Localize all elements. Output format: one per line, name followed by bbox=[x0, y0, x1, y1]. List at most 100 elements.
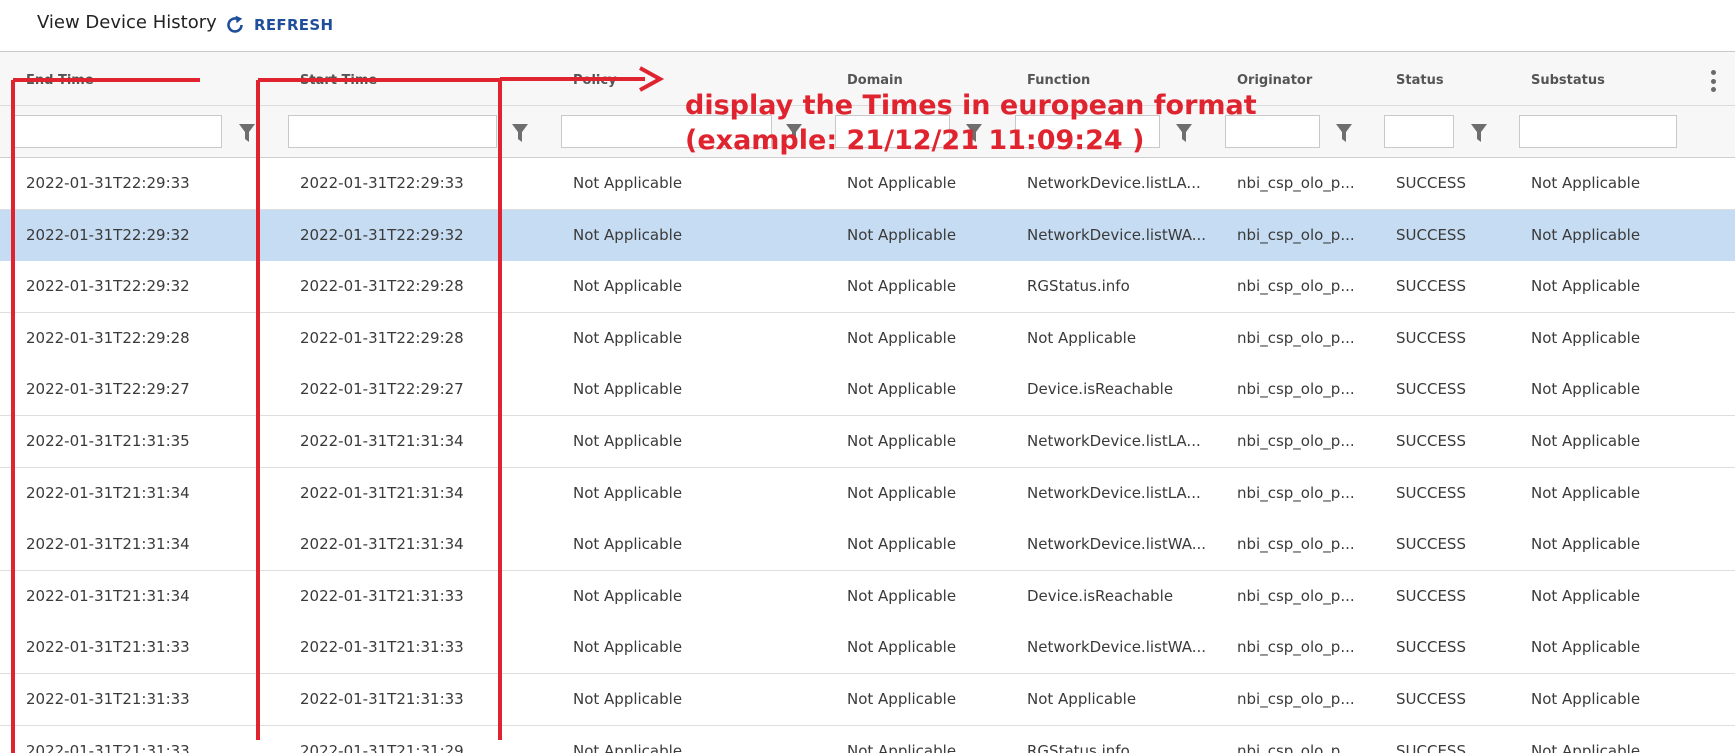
table-row[interactable]: 2022-01-31T21:31:34 2022-01-31T21:31:34 No… bbox=[0, 519, 1735, 572]
table-row[interactable]: 2022-01-31T22:29:27 2022-01-31T22:29:27 No… bbox=[0, 364, 1735, 417]
start-time-filter-input[interactable] bbox=[288, 115, 497, 148]
cell-status: SUCCESS bbox=[1396, 277, 1466, 296]
table-row[interactable]: 2022-01-31T21:31:33 2022-01-31T21:31:33 No… bbox=[0, 622, 1735, 675]
table-row[interactable]: 2022-01-31T22:29:33 2022-01-31T22:29:33 No… bbox=[0, 158, 1735, 210]
cell-start-time: 2022-01-31T21:31:34 bbox=[300, 432, 464, 450]
table-row[interactable]: 2022-01-31T21:31:34 2022-01-31T21:31:33 No… bbox=[0, 570, 1735, 623]
table-row[interactable]: 2022-01-31T21:31:33 2022-01-31T21:31:33 No… bbox=[0, 674, 1735, 726]
cell-policy: Not Applicable bbox=[573, 328, 683, 347]
table-row[interactable]: 2022-01-31T21:31:34 2022-01-31T21:31:34 No… bbox=[0, 467, 1735, 520]
column-header-substatus[interactable]: Substatus bbox=[1531, 73, 1605, 88]
refresh-label: REFRESH bbox=[254, 16, 334, 34]
cell-originator: nbi_csp_olo_p... bbox=[1237, 741, 1355, 753]
cell-policy: Not Applicable bbox=[573, 277, 683, 296]
cell-substatus: Not Applicable bbox=[1531, 328, 1641, 347]
cell-status: SUCCESS bbox=[1396, 741, 1466, 753]
domain-filter-icon[interactable] bbox=[965, 122, 983, 144]
end-time-filter-input[interactable] bbox=[14, 115, 222, 148]
cell-originator: nbi_csp_olo_p... bbox=[1237, 535, 1355, 554]
cell-start-time: 2022-01-31T22:29:28 bbox=[300, 328, 464, 347]
cell-policy: Not Applicable bbox=[573, 690, 683, 708]
cell-domain: Not Applicable bbox=[847, 690, 957, 708]
column-menu-icon[interactable] bbox=[1707, 70, 1719, 92]
table-row[interactable]: 2022-01-31T22:29:32 2022-01-31T22:29:28 No… bbox=[0, 261, 1735, 314]
cell-function: NetworkDevice.listLA... bbox=[1027, 483, 1201, 502]
column-header-domain[interactable]: Domain bbox=[847, 73, 903, 88]
cell-start-time: 2022-01-31T21:31:33 bbox=[300, 638, 464, 657]
policy-filter-icon[interactable] bbox=[785, 122, 803, 144]
column-header-start-time[interactable]: Start Time bbox=[300, 73, 377, 88]
policy-filter-input[interactable] bbox=[561, 115, 772, 148]
table-row[interactable]: 2022-01-31T21:31:33 2022-01-31T21:31:29 No… bbox=[0, 725, 1735, 753]
cell-end-time: 2022-01-31T21:31:35 bbox=[26, 432, 190, 450]
cell-substatus: Not Applicable bbox=[1531, 225, 1641, 244]
column-header-end-time[interactable]: End Time bbox=[26, 73, 94, 88]
cell-start-time: 2022-01-31T21:31:34 bbox=[300, 483, 464, 502]
toolbar: View Device History REFRESH bbox=[0, 0, 1735, 52]
cell-start-time: 2022-01-31T22:29:32 bbox=[300, 225, 464, 244]
column-header-function[interactable]: Function bbox=[1027, 73, 1090, 88]
table-row[interactable]: 2022-01-31T22:29:32 2022-01-31T22:29:32 No… bbox=[0, 209, 1735, 262]
cell-status: SUCCESS bbox=[1396, 535, 1466, 554]
end-time-filter-icon[interactable] bbox=[238, 122, 256, 144]
cell-domain: Not Applicable bbox=[847, 586, 957, 605]
cell-policy: Not Applicable bbox=[573, 741, 683, 753]
column-header-originator[interactable]: Originator bbox=[1237, 73, 1312, 88]
cell-originator: nbi_csp_olo_p... bbox=[1237, 225, 1355, 244]
cell-start-time: 2022-01-31T22:29:33 bbox=[300, 174, 464, 192]
status-filter-icon[interactable] bbox=[1470, 122, 1488, 144]
refresh-icon bbox=[227, 15, 243, 33]
cell-end-time: 2022-01-31T21:31:34 bbox=[26, 483, 190, 502]
cell-function: Not Applicable bbox=[1027, 690, 1137, 708]
cell-function: NetworkDevice.listWA... bbox=[1027, 225, 1207, 244]
column-header-policy[interactable]: Policy bbox=[573, 73, 617, 88]
cell-start-time: 2022-01-31T21:31:33 bbox=[300, 586, 464, 605]
cell-substatus: Not Applicable bbox=[1531, 483, 1641, 502]
cell-domain: Not Applicable bbox=[847, 741, 957, 753]
cell-policy: Not Applicable bbox=[573, 432, 683, 450]
page-title: View Device History bbox=[37, 12, 217, 33]
cell-end-time: 2022-01-31T22:29:33 bbox=[26, 174, 190, 192]
cell-end-time: 2022-01-31T22:29:27 bbox=[26, 380, 190, 399]
cell-end-time: 2022-01-31T22:29:32 bbox=[26, 277, 190, 296]
cell-domain: Not Applicable bbox=[847, 225, 957, 244]
device-history-table: End Time Start Time Policy Domain Functi… bbox=[0, 52, 1735, 753]
function-filter-icon[interactable] bbox=[1175, 122, 1193, 144]
cell-status: SUCCESS bbox=[1396, 586, 1466, 605]
table-row[interactable]: 2022-01-31T21:31:35 2022-01-31T21:31:34 No… bbox=[0, 416, 1735, 468]
cell-function: NetworkDevice.listWA... bbox=[1027, 535, 1207, 554]
cell-end-time: 2022-01-31T21:31:34 bbox=[26, 586, 190, 605]
cell-status: SUCCESS bbox=[1396, 638, 1466, 657]
cell-domain: Not Applicable bbox=[847, 174, 957, 192]
originator-filter-input[interactable] bbox=[1225, 115, 1320, 148]
cell-domain: Not Applicable bbox=[847, 432, 957, 450]
cell-domain: Not Applicable bbox=[847, 277, 957, 296]
start-time-filter-icon[interactable] bbox=[511, 122, 529, 144]
cell-function: RGStatus.info bbox=[1027, 741, 1130, 753]
cell-status: SUCCESS bbox=[1396, 328, 1466, 347]
cell-function: Device.isReachable bbox=[1027, 380, 1174, 399]
cell-substatus: Not Applicable bbox=[1531, 432, 1641, 450]
cell-status: SUCCESS bbox=[1396, 690, 1466, 708]
cell-originator: nbi_csp_olo_p... bbox=[1237, 690, 1355, 708]
cell-policy: Not Applicable bbox=[573, 535, 683, 554]
cell-policy: Not Applicable bbox=[573, 586, 683, 605]
cell-domain: Not Applicable bbox=[847, 483, 957, 502]
table-row[interactable]: 2022-01-31T22:29:28 2022-01-31T22:29:28 No… bbox=[0, 312, 1735, 365]
column-header-status[interactable]: Status bbox=[1396, 73, 1444, 88]
cell-status: SUCCESS bbox=[1396, 483, 1466, 502]
cell-substatus: Not Applicable bbox=[1531, 174, 1641, 192]
table-header: End Time Start Time Policy Domain Functi… bbox=[0, 52, 1735, 106]
cell-end-time: 2022-01-31T21:31:34 bbox=[26, 535, 190, 554]
cell-end-time: 2022-01-31T22:29:28 bbox=[26, 328, 190, 347]
cell-status: SUCCESS bbox=[1396, 432, 1466, 450]
domain-filter-input[interactable] bbox=[835, 115, 950, 148]
cell-domain: Not Applicable bbox=[847, 328, 957, 347]
cell-function: NetworkDevice.listWA... bbox=[1027, 638, 1207, 657]
originator-filter-icon[interactable] bbox=[1335, 122, 1353, 144]
cell-status: SUCCESS bbox=[1396, 174, 1466, 192]
status-filter-input[interactable] bbox=[1384, 115, 1454, 148]
substatus-filter-input[interactable] bbox=[1519, 115, 1677, 148]
function-filter-input[interactable] bbox=[1015, 115, 1160, 148]
refresh-button[interactable]: REFRESH bbox=[224, 11, 333, 39]
